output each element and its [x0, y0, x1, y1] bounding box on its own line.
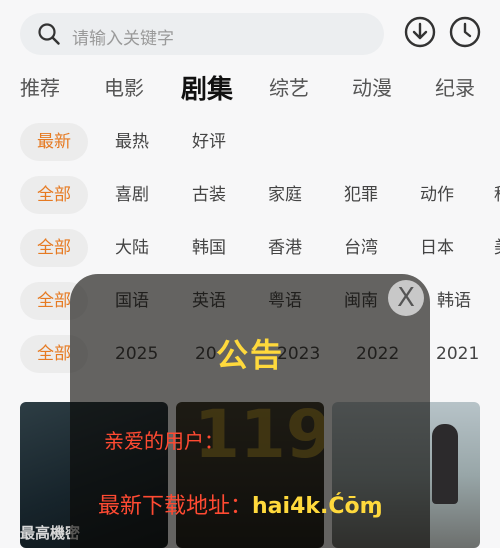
address-label: 最新下载地址：: [98, 494, 253, 519]
category-tabs: 推荐 电影 剧集 综艺 动漫 纪录: [0, 72, 500, 108]
tab-movies[interactable]: 电影: [104, 72, 144, 101]
filter-chip-selected[interactable]: 全部: [20, 176, 88, 214]
tab-documentary[interactable]: 纪录: [435, 72, 475, 101]
filter-chip[interactable]: 大陆: [115, 229, 149, 267]
tab-variety[interactable]: 综艺: [269, 72, 309, 101]
filter-chip[interactable]: 科: [494, 176, 500, 214]
filter-chip[interactable]: 美: [494, 229, 500, 267]
tab-anime[interactable]: 动漫: [352, 72, 392, 101]
filter-chip[interactable]: 2021: [436, 335, 479, 373]
notice-address: 最新下载地址：hai4k.Ćōɱ: [98, 488, 383, 520]
filter-chip-selected[interactable]: 最新: [20, 123, 88, 161]
filter-chip-selected[interactable]: 全部: [20, 229, 88, 267]
filter-chip[interactable]: 日本: [420, 229, 454, 267]
search-input[interactable]: 请输入关键字: [72, 24, 174, 49]
filter-chip[interactable]: 好评: [192, 123, 226, 161]
tab-series[interactable]: 剧集: [181, 69, 233, 106]
filter-row-genre: 全部 喜剧 古装 家庭 犯罪 动作 科: [0, 176, 500, 218]
filter-chip[interactable]: 韩国: [192, 229, 226, 267]
filter-row-region: 全部 大陆 韩国 香港 台湾 日本 美: [0, 229, 500, 271]
filter-chip[interactable]: 台湾: [344, 229, 378, 267]
close-button[interactable]: X: [388, 280, 424, 316]
notice-greeting: 亲爱的用户：: [104, 429, 224, 453]
filter-chip[interactable]: 最热: [115, 123, 149, 161]
filter-chip[interactable]: 喜剧: [115, 176, 149, 214]
tab-recommend[interactable]: 推荐: [20, 72, 60, 101]
search-icon: [38, 23, 60, 45]
filter-chip[interactable]: 香港: [268, 229, 302, 267]
notice-title: 公告: [215, 336, 284, 374]
search-bar[interactable]: 请输入关键字: [20, 13, 384, 55]
filter-chip[interactable]: 古装: [192, 176, 226, 214]
poster-figure: [432, 424, 458, 504]
filter-chip[interactable]: 犯罪: [344, 176, 378, 214]
filter-chip[interactable]: 动作: [420, 176, 454, 214]
filter-chip[interactable]: 家庭: [268, 176, 302, 214]
download-icon[interactable]: [404, 16, 436, 48]
filter-chip[interactable]: 韩语: [437, 282, 471, 320]
filter-row-sort: 最新 最热 好评: [0, 123, 500, 165]
address-link[interactable]: hai4k.Ćōɱ: [252, 494, 383, 519]
history-clock-icon[interactable]: [449, 16, 481, 48]
